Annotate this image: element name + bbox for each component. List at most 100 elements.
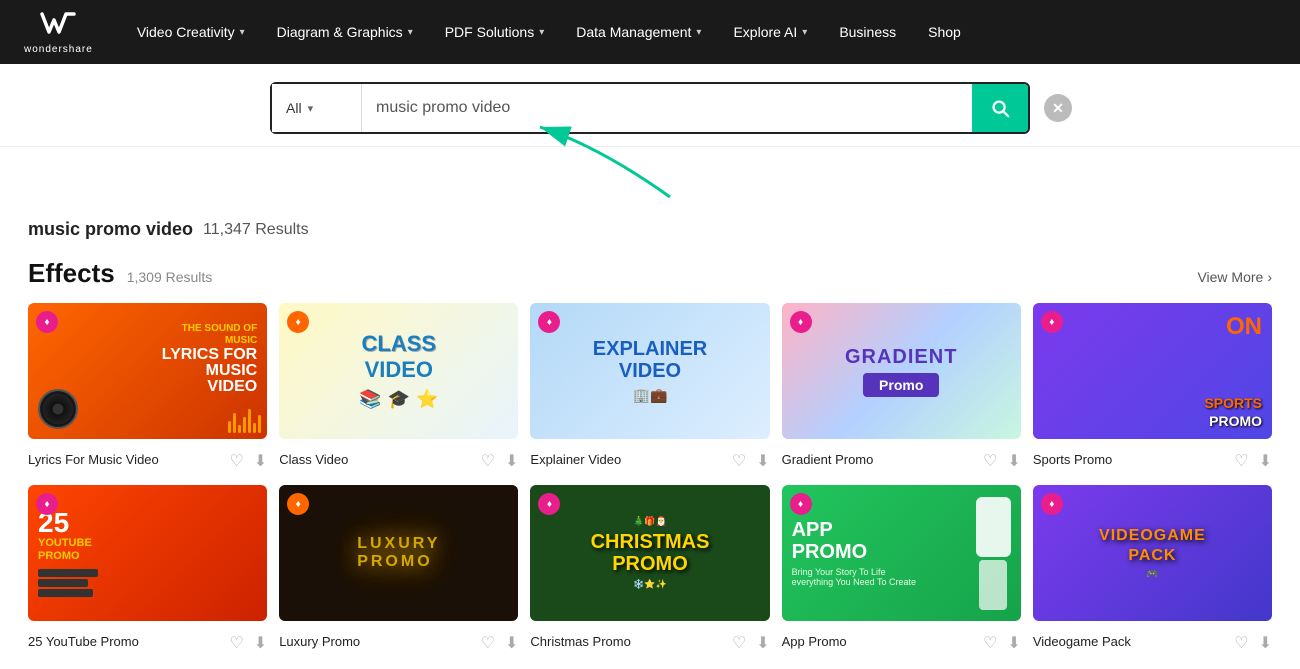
- download-button[interactable]: ⬇: [1007, 633, 1020, 653]
- like-button[interactable]: ♡: [732, 451, 746, 471]
- card-footer: Christmas Promo ♡ ⬇: [530, 629, 769, 653]
- chevron-down-icon: ▾: [539, 27, 544, 38]
- card-badge: [36, 493, 58, 515]
- card-lyrics-music-video[interactable]: THE SOUND OF MUSIC LYRICS FORMUSICVIDEO: [28, 303, 267, 471]
- card-badge: [1041, 311, 1063, 333]
- card-footer: App Promo ♡ ⬇: [782, 629, 1021, 653]
- card-footer: Videogame Pack ♡ ⬇: [1033, 629, 1272, 653]
- card-actions: ♡ ⬇: [732, 633, 770, 653]
- nav-item-video-creativity[interactable]: Video Creativity ▾: [121, 0, 261, 64]
- card-actions: ♡ ⬇: [229, 633, 267, 653]
- card-thumbnail: CLASS VIDEO 📚🎓⭐: [279, 303, 518, 439]
- card-sports-promo[interactable]: SPORTS PROMO ON Sports Promo ♡ ⬇: [1033, 303, 1272, 471]
- download-button[interactable]: ⬇: [505, 633, 518, 653]
- download-button[interactable]: ⬇: [505, 451, 518, 471]
- card-thumbnail: THE SOUND OF MUSIC LYRICS FORMUSICVIDEO: [28, 303, 267, 439]
- card-title: Videogame Pack: [1033, 634, 1234, 649]
- like-button[interactable]: ♡: [983, 451, 997, 471]
- card-actions: ♡ ⬇: [983, 633, 1021, 653]
- card-youtube-promo[interactable]: 25 YOUTUBEPROMO 25 YouTube Promo ♡ ⬇: [28, 485, 267, 653]
- card-thumbnail: VIDEOGAMEPACK 🎮: [1033, 485, 1272, 621]
- chevron-down-icon: ▾: [240, 27, 245, 38]
- chevron-right-icon: ›: [1267, 269, 1272, 285]
- card-footer: Sports Promo ♡ ⬇: [1033, 447, 1272, 471]
- card-footer: Explainer Video ♡ ⬇: [530, 447, 769, 471]
- card-title: Luxury Promo: [279, 634, 480, 649]
- nav-item-business[interactable]: Business: [823, 0, 912, 64]
- card-thumbnail: 🎄🎁🎅 CHRISTMASPROMO ❄️⭐✨: [530, 485, 769, 621]
- search-container: All ▾ ✕: [270, 82, 1030, 134]
- card-actions: ♡ ⬇: [481, 451, 519, 471]
- nav-links: Video Creativity ▾ Diagram & Graphics ▾ …: [121, 0, 1276, 64]
- nav-item-shop[interactable]: Shop: [912, 0, 977, 64]
- search-clear-button[interactable]: ✕: [1044, 94, 1072, 122]
- results-header: music promo video 11,347 Results: [0, 207, 1300, 246]
- nav-item-explore-ai[interactable]: Explore AI ▾: [717, 0, 823, 64]
- chevron-down-icon: ▾: [696, 27, 701, 38]
- card-actions: ♡ ⬇: [481, 633, 519, 653]
- download-button[interactable]: ⬇: [756, 633, 769, 653]
- logo-text: wondershare: [24, 44, 93, 55]
- search-query-label: music promo video: [28, 219, 193, 240]
- like-button[interactable]: ♡: [481, 451, 495, 471]
- card-title: App Promo: [782, 634, 983, 649]
- nav-item-data-management[interactable]: Data Management ▾: [560, 0, 717, 64]
- like-button[interactable]: ♡: [732, 633, 746, 653]
- card-luxury-promo[interactable]: LUXURYPROMO Luxury Promo ♡ ⬇: [279, 485, 518, 653]
- like-button[interactable]: ♡: [1234, 451, 1248, 471]
- card-thumbnail: LUXURYPROMO: [279, 485, 518, 621]
- card-videogame-pack[interactable]: VIDEOGAMEPACK 🎮 Videogame Pack ♡ ⬇: [1033, 485, 1272, 653]
- card-title: Sports Promo: [1033, 452, 1234, 467]
- card-class-video[interactable]: CLASS VIDEO 📚🎓⭐ Class Video ♡ ⬇: [279, 303, 518, 471]
- like-button[interactable]: ♡: [481, 633, 495, 653]
- search-button[interactable]: [972, 84, 1028, 132]
- chevron-down-icon: ▾: [408, 27, 413, 38]
- effects-section: Effects 1,309 Results View More › THE SO…: [0, 246, 1300, 669]
- card-actions: ♡ ⬇: [1234, 633, 1272, 653]
- like-button[interactable]: ♡: [229, 633, 243, 653]
- search-category-dropdown[interactable]: All ▾: [272, 84, 362, 132]
- card-actions: ♡ ⬇: [229, 451, 267, 471]
- results-count-label: 11,347 Results: [203, 221, 309, 239]
- download-button[interactable]: ⬇: [1259, 633, 1272, 653]
- card-thumbnail: GRADIENT Promo: [782, 303, 1021, 439]
- download-button[interactable]: ⬇: [1007, 451, 1020, 471]
- card-actions: ♡ ⬇: [1234, 451, 1272, 471]
- card-explainer-video[interactable]: EXPLAINER VIDEO 🏢💼 Explainer Video ♡ ⬇: [530, 303, 769, 471]
- search-category-label: All: [286, 100, 302, 116]
- card-christmas-promo[interactable]: 🎄🎁🎅 CHRISTMASPROMO ❄️⭐✨ Christmas Promo …: [530, 485, 769, 653]
- search-section: All ▾ ✕: [0, 64, 1300, 147]
- card-footer: 25 YouTube Promo ♡ ⬇: [28, 629, 267, 653]
- card-thumbnail: APPPROMO Bring Your Story To Lifeeveryth…: [782, 485, 1021, 621]
- card-footer: Lyrics For Music Video ♡ ⬇: [28, 447, 267, 471]
- card-footer: Luxury Promo ♡ ⬇: [279, 629, 518, 653]
- section-count: 1,309 Results: [127, 269, 213, 285]
- like-button[interactable]: ♡: [229, 451, 243, 471]
- card-thumbnail: SPORTS PROMO ON: [1033, 303, 1272, 439]
- download-button[interactable]: ⬇: [254, 451, 267, 471]
- vinyl-icon: [38, 389, 78, 429]
- card-actions: ♡ ⬇: [983, 451, 1021, 471]
- card-footer: Class Video ♡ ⬇: [279, 447, 518, 471]
- search-icon: [989, 97, 1011, 119]
- card-title: Christmas Promo: [530, 634, 731, 649]
- download-button[interactable]: ⬇: [1259, 451, 1272, 471]
- like-button[interactable]: ♡: [1234, 633, 1248, 653]
- card-title: Class Video: [279, 452, 480, 467]
- card-app-promo[interactable]: APPPROMO Bring Your Story To Lifeeveryth…: [782, 485, 1021, 653]
- effects-cards-row2: 25 YOUTUBEPROMO 25 YouTube Promo ♡ ⬇: [28, 485, 1272, 669]
- search-input[interactable]: [362, 84, 972, 132]
- nav-item-pdf-solutions[interactable]: PDF Solutions ▾: [429, 0, 561, 64]
- like-button[interactable]: ♡: [983, 633, 997, 653]
- nav-item-diagram-graphics[interactable]: Diagram & Graphics ▾: [261, 0, 429, 64]
- view-more-button[interactable]: View More ›: [1197, 269, 1272, 285]
- logo[interactable]: wondershare: [24, 10, 93, 55]
- effects-cards-row1: THE SOUND OF MUSIC LYRICS FORMUSICVIDEO: [28, 303, 1272, 471]
- card-gradient-promo[interactable]: GRADIENT Promo Gradient Promo ♡ ⬇: [782, 303, 1021, 471]
- card-actions: ♡ ⬇: [732, 451, 770, 471]
- download-button[interactable]: ⬇: [254, 633, 267, 653]
- section-title-area: Effects 1,309 Results: [28, 258, 212, 289]
- category-chevron-icon: ▾: [308, 102, 314, 115]
- download-button[interactable]: ⬇: [756, 451, 769, 471]
- waveform-icon: [228, 409, 261, 433]
